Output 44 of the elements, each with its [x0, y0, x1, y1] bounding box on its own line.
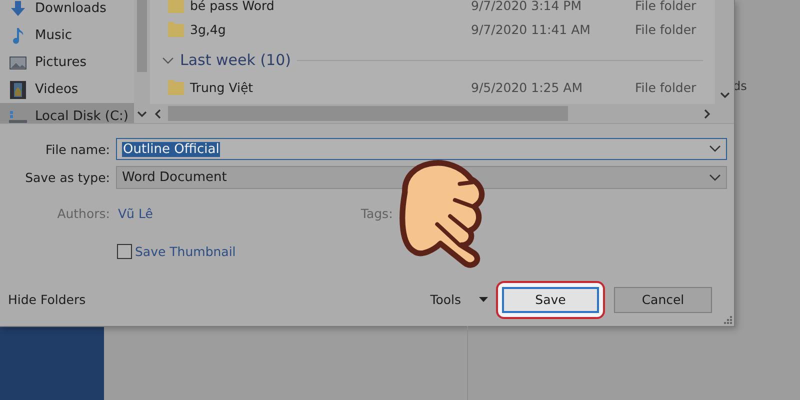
save-button[interactable]: Save	[502, 286, 599, 312]
file-name-field[interactable]: Outline Official	[116, 138, 727, 160]
film-icon	[10, 80, 26, 98]
author-link[interactable]: Vũ Lê	[118, 206, 153, 220]
caret-icon[interactable]	[479, 297, 488, 302]
nav-item[interactable]: Videos	[0, 76, 134, 103]
checkbox[interactable]	[117, 244, 132, 259]
dropdown-icon[interactable]	[709, 174, 721, 182]
scrollbar-thumb[interactable]	[137, 0, 147, 72]
field-label: File name:	[44, 142, 110, 156]
nav-item[interactable]: Pictures	[0, 49, 134, 76]
checkbox-label[interactable]: Save Thumbnail	[135, 244, 236, 259]
scrollbar-thumb[interactable]	[168, 106, 568, 121]
field-label: Tags:	[360, 206, 393, 220]
nav-item[interactable]: Local Disk (C:)	[0, 103, 134, 123]
disk-icon	[9, 110, 27, 123]
dropdown-icon[interactable]	[709, 145, 721, 153]
file-type: File folder	[635, 22, 696, 36]
nav-item[interactable]: Downloads	[0, 0, 134, 22]
file-name[interactable]: 3g,4g	[190, 22, 226, 36]
nav-item[interactable]: Music	[0, 22, 134, 49]
chevron-left-icon[interactable]	[154, 108, 162, 118]
tools-menu[interactable]: Tools	[430, 292, 461, 307]
download-icon	[9, 0, 27, 18]
folder-icon	[168, 21, 184, 37]
file-name[interactable]: Trung Việt	[190, 80, 254, 94]
resize-grip-icon[interactable]	[724, 316, 732, 324]
pictures-icon	[9, 54, 27, 70]
chevron-right-icon[interactable]	[703, 108, 711, 118]
hide-folders-link[interactable]: Hide Folders	[0, 292, 86, 307]
folder-icon	[168, 0, 184, 13]
date-modified: 9/7/2020 11:41 AM	[471, 22, 592, 36]
file-type: File folder	[635, 0, 696, 12]
date-modified: 9/5/2020 1:25 AM	[471, 80, 584, 94]
date-modified: 9/7/2020 3:14 PM	[471, 0, 582, 12]
chevron-down-icon[interactable]	[137, 111, 147, 118]
chevron-down-icon[interactable]	[162, 55, 174, 65]
file-type: File folder	[635, 80, 696, 94]
field-label: Save as type:	[24, 170, 110, 185]
group-header[interactable]: Last week (10)	[180, 51, 291, 69]
field-label: Authors:	[56, 206, 110, 220]
chevron-down-icon[interactable]	[720, 92, 730, 99]
cancel-button[interactable]: Cancel	[614, 286, 712, 312]
folder-icon	[168, 79, 184, 95]
